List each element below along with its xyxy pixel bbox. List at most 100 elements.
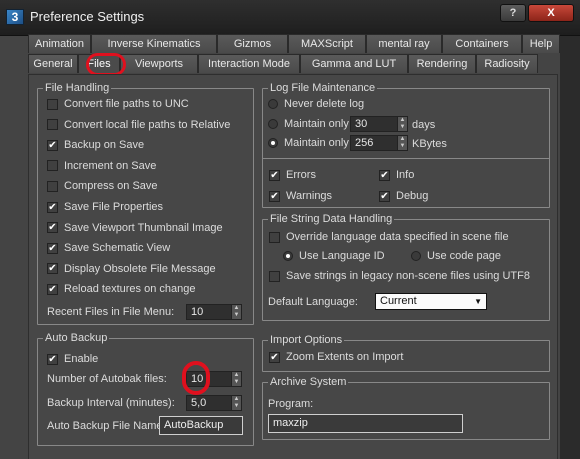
save-utf8-label: Save strings in legacy non-scene files u…	[286, 270, 530, 282]
default-language-label: Default Language:	[268, 296, 358, 308]
checkbox-icon[interactable]: ✔	[47, 242, 58, 254]
zoom-extents-checkbox[interactable]: ✔ Zoom Extents on Import	[269, 349, 403, 365]
backup-interval-spinner[interactable]: 5,0 ▲ ▼	[186, 395, 242, 411]
checkbox-icon[interactable]: ✔	[379, 169, 390, 181]
file-string-title: File String Data Handling	[268, 213, 395, 225]
radio-icon[interactable]	[283, 251, 293, 261]
tab-rendering[interactable]: Rendering	[408, 54, 476, 73]
maintain-kbytes-spinner[interactable]: 256 ▲ ▼	[350, 135, 408, 151]
use-code-page-label: Use code page	[427, 250, 501, 262]
file-handling-option[interactable]: Compress on Save	[47, 178, 158, 194]
file-handling-option[interactable]: ✔ Save Schematic View	[47, 240, 170, 256]
backup-filename-label: Auto Backup File Name:	[47, 420, 166, 432]
tab-animation[interactable]: Animation	[28, 34, 91, 53]
errors-checkbox[interactable]: ✔ Errors	[269, 167, 316, 183]
file-handling-option[interactable]: Convert file paths to UNC	[47, 96, 189, 112]
close-button[interactable]: X	[528, 4, 574, 22]
backup-interval-label: Backup Interval (minutes):	[47, 397, 175, 409]
file-handling-option[interactable]: Convert local file paths to Relative	[47, 117, 230, 133]
spinner-arrows-icon[interactable]: ▲ ▼	[231, 305, 241, 319]
file-handling-option-label: Convert file paths to UNC	[64, 98, 189, 110]
file-handling-option[interactable]: ✔ Save Viewport Thumbnail Image	[47, 220, 223, 236]
checkbox-icon[interactable]: ✔	[47, 139, 58, 151]
checkbox-icon[interactable]: ✔	[47, 283, 58, 295]
checkbox-icon[interactable]	[269, 231, 280, 243]
tab-mental-ray[interactable]: mental ray	[366, 34, 442, 53]
default-language-value[interactable]: Current	[380, 295, 417, 307]
use-code-page-radio[interactable]: Use code page	[411, 248, 501, 264]
tab-inverse-kinematics[interactable]: Inverse Kinematics	[91, 34, 217, 53]
file-handling-option[interactable]: ✔ Save File Properties	[47, 199, 163, 215]
backup-filename-input[interactable]: AutoBackup	[159, 416, 243, 435]
checkbox-icon[interactable]	[47, 98, 58, 110]
radio-icon[interactable]	[411, 251, 421, 261]
tab-interaction-mode[interactable]: Interaction Mode	[198, 54, 300, 73]
checkbox-icon[interactable]: ✔	[47, 222, 58, 234]
backup-interval-value[interactable]: 5,0	[187, 396, 231, 410]
maintain-kbytes-value[interactable]: 256	[351, 136, 397, 150]
radio-icon[interactable]	[268, 119, 278, 129]
maintain-days-spinner[interactable]: 30 ▲ ▼	[350, 116, 408, 132]
tab-viewports[interactable]: Viewports	[120, 54, 198, 73]
spinner-arrows-icon[interactable]: ▲ ▼	[231, 372, 241, 386]
file-handling-option-label: Display Obsolete File Message	[64, 262, 216, 275]
maintain-days-value[interactable]: 30	[351, 117, 397, 131]
checkbox-icon[interactable]: ✔	[269, 169, 280, 181]
log-divider	[263, 158, 549, 159]
file-handling-option-label: Convert local file paths to Relative	[64, 118, 231, 131]
override-language-checkbox[interactable]: Override language data specified in scen…	[269, 229, 509, 245]
checkbox-icon[interactable]	[47, 160, 58, 172]
file-handling-option-label: Increment on Save	[64, 159, 157, 172]
checkbox-icon[interactable]	[47, 119, 58, 131]
checkbox-icon[interactable]: ✔	[269, 190, 280, 202]
radio-icon[interactable]	[268, 99, 278, 109]
tab-general[interactable]: General	[28, 54, 78, 73]
chevron-down-icon[interactable]: ▼	[474, 294, 482, 309]
save-utf8-checkbox[interactable]: Save strings in legacy non-scene files u…	[269, 268, 530, 284]
spinner-arrows-icon[interactable]: ▲ ▼	[397, 117, 407, 131]
info-checkbox[interactable]: ✔ Info	[379, 167, 414, 183]
file-handling-option[interactable]: ✔ Backup on Save	[47, 137, 144, 153]
enable-autobackup-checkbox[interactable]: ✔ Enable	[47, 351, 98, 367]
checkbox-icon[interactable]: ✔	[269, 351, 280, 363]
recent-files-spinner[interactable]: 10 ▲ ▼	[186, 304, 242, 320]
program-input[interactable]: maxzip	[268, 414, 463, 433]
warnings-checkbox[interactable]: ✔ Warnings	[269, 188, 332, 204]
tab-files[interactable]: Files	[78, 54, 120, 73]
log-file-title: Log File Maintenance	[268, 82, 378, 94]
checkbox-icon[interactable]	[269, 270, 280, 282]
tab-gizmos[interactable]: Gizmos	[217, 34, 288, 53]
help-button[interactable]: ?	[500, 4, 526, 22]
file-handling-option-label: Backup on Save	[64, 139, 145, 152]
checkbox-icon[interactable]: ✔	[47, 263, 58, 275]
tab-help[interactable]: Help	[522, 34, 560, 53]
use-language-id-radio[interactable]: Use Language ID	[283, 248, 385, 264]
checkbox-icon[interactable]: ✔	[379, 190, 390, 202]
maintain-days-radio[interactable]: Maintain only	[268, 116, 349, 132]
app-icon: 3	[6, 9, 24, 25]
default-language-dropdown[interactable]: Current ▼	[375, 293, 487, 310]
file-handling-option[interactable]: ✔ Reload textures on change	[47, 281, 195, 297]
spinner-arrows-icon[interactable]: ▲ ▼	[397, 136, 407, 150]
file-handling-option-label: Save File Properties	[64, 201, 164, 213]
tab-radiosity[interactable]: Radiosity	[476, 54, 538, 73]
radio-icon[interactable]	[268, 138, 278, 148]
debug-checkbox[interactable]: ✔ Debug	[379, 188, 428, 204]
autobak-files-value[interactable]: 10	[187, 372, 231, 386]
file-handling-option-label: Compress on Save	[64, 180, 158, 193]
file-handling-option-label: Save Viewport Thumbnail Image	[64, 221, 223, 234]
spinner-arrows-icon[interactable]: ▲ ▼	[231, 396, 241, 410]
maintain-kbytes-radio[interactable]: Maintain only	[268, 135, 349, 151]
never-delete-radio[interactable]: Never delete log	[268, 96, 364, 112]
file-handling-option[interactable]: ✔ Display Obsolete File Message	[47, 261, 216, 277]
checkbox-icon[interactable]	[47, 180, 58, 192]
recent-files-value[interactable]: 10	[187, 305, 231, 319]
import-options-title: Import Options	[268, 334, 345, 346]
tab-gamma-and-lut[interactable]: Gamma and LUT	[300, 54, 408, 73]
autobak-files-spinner[interactable]: 10 ▲ ▼	[186, 371, 242, 387]
checkbox-icon[interactable]: ✔	[47, 201, 58, 213]
checkbox-icon[interactable]: ✔	[47, 353, 58, 365]
file-handling-option[interactable]: Increment on Save	[47, 158, 156, 174]
tab-maxscript[interactable]: MAXScript	[288, 34, 366, 53]
tab-containers[interactable]: Containers	[442, 34, 522, 53]
